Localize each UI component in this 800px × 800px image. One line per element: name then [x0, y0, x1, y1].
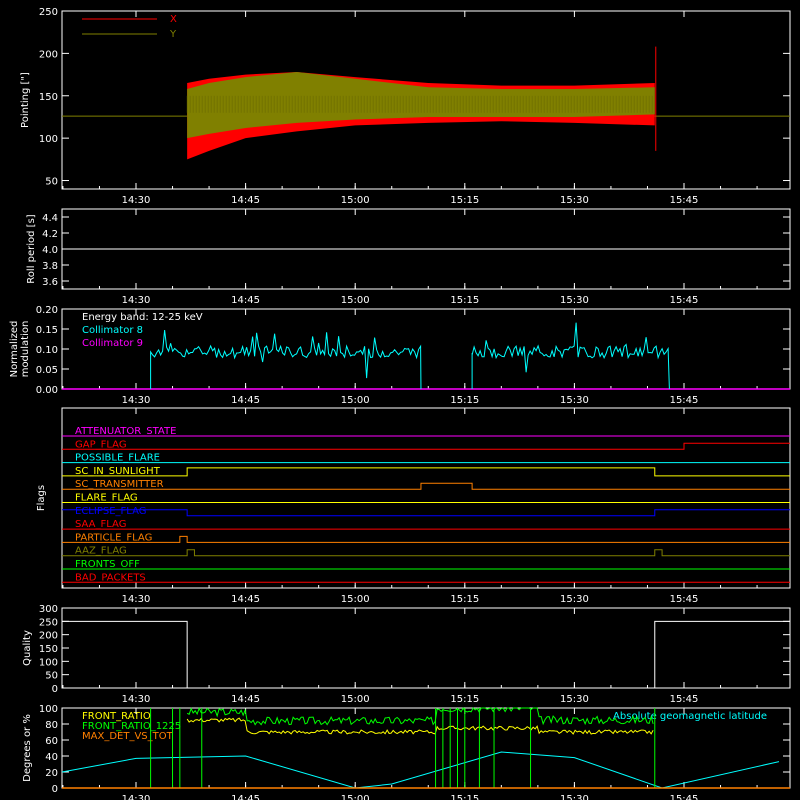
roll-period-y-label: Roll period [s] [26, 214, 37, 283]
y-tick-label: 0.15 [36, 325, 58, 336]
y-tick-label: 50 [45, 671, 58, 682]
y-tick-label: 200 [39, 49, 58, 60]
legend-collimator-8: Collimator 8 [82, 325, 143, 336]
y-tick-label: 20 [45, 768, 58, 779]
x-tick-label: 14:30 [122, 594, 151, 605]
x-tick-label: 14:45 [231, 794, 260, 800]
x-tick-label: 15:30 [560, 395, 589, 406]
y-tick-label: 100 [39, 134, 58, 145]
x-tick-label: 15:15 [450, 794, 479, 800]
legend-collimator-9: Collimator 9 [82, 338, 143, 349]
y-tick-label: 3.6 [42, 277, 58, 288]
y-tick-label: 50 [45, 177, 58, 188]
y-tick-label: 0.00 [36, 385, 58, 396]
x-tick-label: 14:45 [231, 594, 260, 605]
y-tick-label: 0.20 [36, 305, 58, 316]
x-tick-label: 15:45 [670, 694, 699, 705]
x-tick-label: 15:00 [341, 794, 370, 800]
x-tick-label: 14:45 [231, 694, 260, 705]
y-tick-label: 0.10 [36, 345, 58, 356]
spacecraft-monitor-chart: Pointing ["] Roll period [s] Normalized … [0, 0, 800, 800]
x-tick-label: 15:45 [670, 295, 699, 306]
x-tick-label: 15:15 [450, 395, 479, 406]
x-tick-label: 15:00 [341, 395, 370, 406]
y-tick-label: 0.05 [36, 365, 58, 376]
x-tick-label: 15:30 [560, 295, 589, 306]
y-tick-label: 40 [45, 752, 58, 763]
y-tick-label: 60 [45, 736, 58, 747]
x-tick-label: 15:00 [341, 295, 370, 306]
x-tick-label: 15:00 [341, 594, 370, 605]
legend-y-label: Y [169, 29, 177, 40]
x-tick-label: 14:45 [231, 195, 260, 206]
x-tick-label: 15:30 [560, 694, 589, 705]
x-tick-label: 14:30 [122, 295, 151, 306]
y-tick-label: 0 [52, 784, 58, 795]
x-tick-label: 15:45 [670, 594, 699, 605]
y-tick-label: 100 [39, 657, 58, 668]
y-tick-label: 150 [39, 92, 58, 103]
quality-y-label: Quality [22, 630, 33, 666]
flag-label: BAD_PACKETS [75, 572, 146, 583]
x-tick-label: 15:45 [670, 395, 699, 406]
flag-label: PARTICLE_FLAG [75, 532, 152, 543]
flag-label: FLARE_FLAG [75, 493, 138, 504]
y-tick-label: 4.2 [42, 229, 58, 240]
legend-x-label: X [170, 14, 177, 25]
x-tick-label: 14:45 [231, 395, 260, 406]
x-tick-label: 14:30 [122, 195, 151, 206]
flag-label: ECLIPSE_FLAG [75, 506, 146, 517]
x-tick-label: 15:45 [670, 794, 699, 800]
x-tick-label: 15:30 [560, 794, 589, 800]
flag-label: FRONTS_OFF [75, 559, 140, 570]
flag-label: POSSIBLE_FLARE [75, 453, 160, 464]
flag-label: SC_IN_SUNLIGHT [75, 466, 161, 477]
x-tick-label: 15:45 [670, 195, 699, 206]
y-tick-label: 3.8 [42, 261, 58, 272]
x-tick-label: 14:45 [231, 295, 260, 306]
y-tick-label: 0 [52, 684, 58, 695]
y-tick-label: 250 [39, 7, 58, 18]
y-tick-label: 200 [39, 631, 58, 642]
y-tick-label: 4.0 [42, 245, 58, 256]
legend-max-det-vs-tot: MAX_DET_VS_TOT [82, 731, 174, 742]
x-tick-label: 15:15 [450, 295, 479, 306]
pointing-y-label: Pointing ["] [20, 72, 31, 128]
x-tick-label: 14:30 [122, 395, 151, 406]
x-tick-label: 15:30 [560, 594, 589, 605]
y-tick-label: 4.4 [42, 213, 58, 224]
x-tick-label: 15:00 [341, 694, 370, 705]
x-tick-label: 14:30 [122, 794, 151, 800]
flag-label: ATTENUATOR_STATE [75, 426, 176, 437]
ratios-y-label: Degrees or % [22, 714, 33, 782]
x-tick-label: 15:15 [450, 594, 479, 605]
y-tick-label: 250 [39, 617, 58, 628]
modulation-y-label-line2: modulation [20, 321, 31, 378]
flag-label: SC_TRANSMITTER [75, 479, 164, 490]
modulation-y-label-line1: Normalized [9, 321, 20, 378]
y-tick-label: 300 [39, 604, 58, 615]
flag-label: AAZ_FLAG [75, 546, 127, 557]
x-tick-label: 14:30 [122, 694, 151, 705]
x-tick-label: 15:15 [450, 694, 479, 705]
y-tick-label: 80 [45, 720, 58, 731]
x-tick-label: 15:00 [341, 195, 370, 206]
flag-label: SAA_FLAG [75, 519, 126, 530]
x-tick-label: 15:30 [560, 195, 589, 206]
flag-label: GAP_FLAG [75, 439, 127, 450]
flags-y-label: Flags [36, 485, 47, 511]
energy-band-annotation: Energy band: 12-25 keV [82, 312, 203, 323]
y-tick-label: 150 [39, 644, 58, 655]
y-tick-label: 100 [39, 704, 58, 715]
x-tick-label: 15:15 [450, 195, 479, 206]
